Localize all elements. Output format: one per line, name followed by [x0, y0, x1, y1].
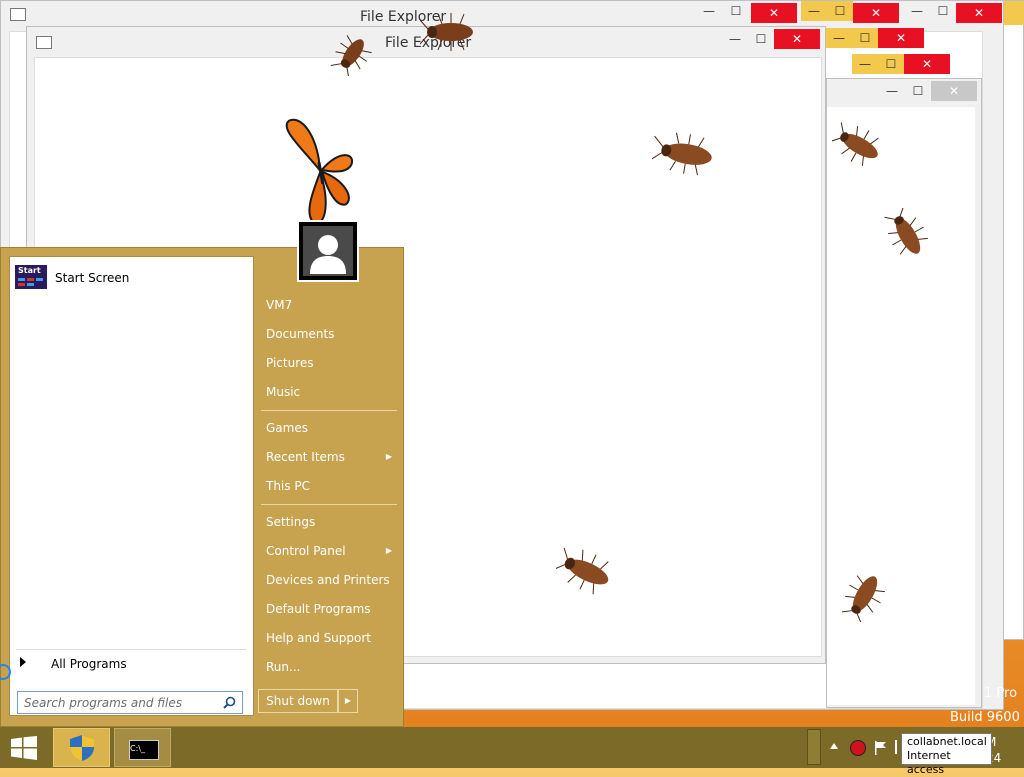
taskbar: C:\_ M 24 — [0, 727, 1024, 768]
maximize-button[interactable]: ☐ — [748, 29, 774, 49]
command-prompt-icon: C:\_ — [129, 740, 159, 760]
menu-item-music[interactable]: Music — [266, 381, 396, 403]
triangle-right-icon — [20, 657, 26, 667]
maximize-button[interactable]: ☐ — [878, 54, 904, 74]
close-button[interactable]: ✕ — [751, 3, 797, 23]
minimize-button[interactable]: — — [696, 1, 722, 21]
start-screen-icon: Start — [15, 265, 47, 289]
tooltip-line: Internet access — [907, 749, 951, 776]
close-button[interactable]: ✕ — [853, 3, 899, 23]
menu-item-pictures[interactable]: Pictures — [266, 352, 396, 374]
desktop-watermark: Build 9600 — [950, 710, 1020, 725]
maximize-button[interactable]: ☐ — [852, 28, 878, 48]
menu-item-help-support[interactable]: Help and Support — [266, 627, 396, 649]
menu-item-this-pc[interactable]: This PC — [266, 475, 396, 497]
show-hidden-icons-button[interactable] — [830, 743, 838, 749]
taskbar-button-uac[interactable] — [53, 728, 110, 767]
explorer-icon — [36, 36, 52, 49]
minimize-button[interactable]: — — [722, 29, 748, 49]
explorer-icon — [10, 8, 26, 21]
cockroach-icon — [556, 548, 609, 595]
start-menu-programs-panel: Start Start Screen All Programs Search p… — [9, 256, 254, 716]
menu-separator — [261, 504, 397, 505]
close-button[interactable]: ✕ — [956, 3, 1002, 23]
start-screen-badge: Start — [18, 266, 41, 275]
security-alert-icon[interactable] — [850, 740, 866, 756]
cockroach-icon — [841, 575, 885, 622]
minimize-button[interactable]: — — [826, 28, 852, 48]
pinned-item-label: Start Screen — [55, 271, 130, 285]
minimize-button[interactable]: — — [801, 1, 827, 21]
menu-item-documents[interactable]: Documents — [266, 323, 396, 345]
search-input[interactable]: Search programs and files — [17, 691, 243, 714]
maximize-button[interactable]: ☐ — [930, 1, 956, 21]
taskbar-button-cmd[interactable]: C:\_ — [114, 728, 171, 767]
start-menu: Start Start Screen All Programs Search p… — [0, 220, 404, 727]
search-icon[interactable] — [223, 696, 236, 709]
chevron-right-icon: ▶ — [385, 452, 392, 461]
menu-item-settings[interactable]: Settings — [266, 511, 396, 533]
minimize-button[interactable]: — — [904, 1, 930, 21]
all-programs-divider — [16, 649, 246, 650]
windows-logo-icon — [11, 736, 37, 760]
close-button[interactable]: ✕ — [931, 81, 977, 101]
minimize-button[interactable]: — — [879, 81, 905, 101]
minimize-button[interactable]: — — [852, 54, 878, 74]
tooltip-line: collabnet.local — [907, 735, 987, 748]
menu-item-vm7[interactable]: VM7 — [266, 294, 396, 316]
menu-item-recent-items[interactable]: Recent Items ▶ — [266, 446, 396, 468]
network-tooltip: collabnet.local Internet access — [901, 733, 992, 776]
desktop-watermark: 1 Pro — [984, 686, 1018, 701]
shutdown-options-button[interactable]: ▶ — [338, 689, 358, 713]
menu-item-devices-printers[interactable]: Devices and Printers — [266, 569, 396, 591]
butterfly-icon — [285, 118, 354, 225]
user-avatar-icon — [303, 226, 353, 276]
all-programs-label: All Programs — [51, 657, 127, 671]
close-button[interactable]: ✕ — [878, 28, 924, 48]
cockroach-icon — [832, 122, 879, 166]
pinned-item-start-screen[interactable]: Start Start Screen — [14, 265, 250, 291]
menu-item-label: Control Panel — [266, 544, 346, 558]
shield-icon — [70, 735, 94, 761]
shutdown-button[interactable]: Shut down — [258, 689, 338, 713]
maximize-button[interactable]: ☐ — [723, 1, 749, 21]
close-button[interactable]: ✕ — [774, 29, 820, 49]
search-placeholder: Search programs and files — [24, 696, 182, 710]
menu-item-run[interactable]: Run... — [266, 656, 396, 678]
start-button[interactable] — [0, 727, 48, 768]
chevron-right-icon: ▶ — [385, 546, 392, 555]
menu-separator — [261, 410, 397, 411]
menu-item-control-panel[interactable]: Control Panel ▶ — [266, 540, 396, 562]
cockroach-icon — [884, 208, 928, 255]
cockroach-icon — [330, 35, 372, 76]
all-programs-button[interactable]: All Programs — [16, 653, 246, 675]
menu-item-label: Recent Items — [266, 450, 345, 464]
show-desktop-handle[interactable] — [807, 729, 821, 765]
close-button[interactable]: ✕ — [904, 54, 950, 74]
cockroach-icon — [652, 132, 712, 176]
flag-icon[interactable] — [874, 740, 888, 756]
cockroach-icon — [420, 13, 473, 51]
chevron-right-icon: ▶ — [344, 696, 352, 705]
user-avatar[interactable] — [297, 220, 359, 282]
maximize-button[interactable]: ☐ — [905, 81, 931, 101]
menu-item-games[interactable]: Games — [266, 417, 396, 439]
menu-item-default-programs[interactable]: Default Programs — [266, 598, 396, 620]
maximize-button[interactable]: ☐ — [827, 1, 853, 21]
